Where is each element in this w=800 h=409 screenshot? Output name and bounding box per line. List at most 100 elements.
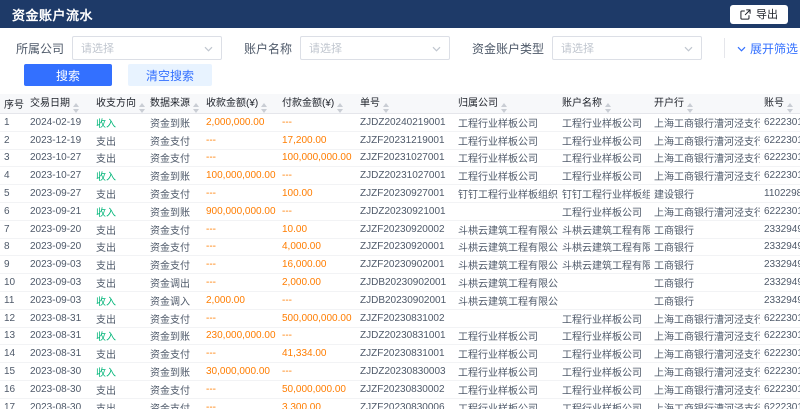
- filter-company: 所属公司 请选择: [16, 36, 222, 60]
- cell-bank: 上海工商银行漕河泾支行: [650, 363, 760, 381]
- column-header-pay[interactable]: 付款金额(¥): [278, 94, 356, 114]
- table-row: 12024-02-19收入资金到账2,000,000.00---ZJDZ2024…: [0, 114, 800, 132]
- clear-search-button[interactable]: 清空搜索: [128, 64, 212, 86]
- cell-pay: ---: [278, 202, 356, 220]
- cell-bank: 上海工商银行漕河泾支行: [650, 309, 760, 327]
- cell-direction: 支出: [92, 345, 146, 363]
- flow-table-body: 12024-02-19收入资金到账2,000,000.00---ZJDZ2024…: [0, 114, 800, 409]
- sort-icon[interactable]: [383, 103, 389, 113]
- cell-pay: 500,000,000.00: [278, 309, 356, 327]
- column-header-account_name[interactable]: 账户名称: [558, 94, 650, 114]
- column-header-order[interactable]: 单号: [356, 94, 454, 114]
- cell-account_name: [558, 274, 650, 292]
- cell-no: 6: [0, 202, 26, 220]
- cell-date: 2023-09-03: [26, 274, 92, 292]
- cell-pay: 100,000,000.00: [278, 149, 356, 167]
- column-header-receive[interactable]: 收款金额(¥): [202, 94, 278, 114]
- cell-company: 工程行业样板公司: [454, 167, 558, 185]
- cell-receive: ---: [202, 185, 278, 203]
- column-header-bank[interactable]: 开户行: [650, 94, 760, 114]
- cell-direction: 支出: [92, 220, 146, 238]
- sort-icon[interactable]: [787, 103, 793, 113]
- column-header-no: 序号: [0, 94, 26, 114]
- cell-order: ZJDZ20231027001: [356, 167, 454, 185]
- column-label: 交易日期: [30, 98, 70, 109]
- column-label: 序号: [4, 100, 24, 111]
- cell-direction: 收入: [92, 114, 146, 132]
- company-select[interactable]: 请选择: [72, 36, 222, 60]
- account-name-select[interactable]: 请选择: [300, 36, 450, 60]
- chevron-down-icon: [204, 39, 213, 57]
- cell-bank: 上海工商银行漕河泾支行: [650, 114, 760, 132]
- sort-icon[interactable]: [501, 103, 507, 113]
- cell-source: 资金调出: [146, 274, 202, 292]
- sort-icon[interactable]: [261, 103, 267, 113]
- filter-account-name-label: 账户名称: [244, 40, 292, 57]
- cell-receive: 900,000,000.00: [202, 202, 278, 220]
- cell-account_name: 工程行业样板公司: [558, 345, 650, 363]
- cell-no: 9: [0, 256, 26, 274]
- cell-pay: ---: [278, 167, 356, 185]
- cell-no: 1: [0, 114, 26, 132]
- cell-source: 资金支付: [146, 131, 202, 149]
- cell-company: 工程行业样板公司: [454, 327, 558, 345]
- cell-company: 斗栱云建筑工程有限公司: [454, 220, 558, 238]
- cell-receive: ---: [202, 149, 278, 167]
- chevron-down-icon: [737, 41, 746, 55]
- cell-receive: ---: [202, 398, 278, 409]
- column-label: 收款金额(¥): [206, 98, 258, 109]
- sort-icon[interactable]: [139, 103, 145, 113]
- cell-bank: 上海工商银行漕河泾支行: [650, 345, 760, 363]
- column-header-source[interactable]: 数据来源: [146, 94, 202, 114]
- sort-icon[interactable]: [73, 103, 79, 113]
- cell-receive: ---: [202, 256, 278, 274]
- sort-icon[interactable]: [605, 103, 611, 113]
- cell-bank: 工商银行: [650, 291, 760, 309]
- cell-order: ZJZF20230920001: [356, 238, 454, 256]
- column-header-date[interactable]: 交易日期: [26, 94, 92, 114]
- cell-account_no: 62223011: [760, 345, 800, 363]
- cell-pay: 17,200.00: [278, 131, 356, 149]
- cell-bank: 上海工商银行漕河泾支行: [650, 398, 760, 409]
- sort-icon[interactable]: [193, 103, 199, 113]
- cell-account_no: 62223011: [760, 167, 800, 185]
- sort-icon[interactable]: [687, 103, 693, 113]
- expand-filters-link[interactable]: 展开筛选: [724, 38, 798, 58]
- cell-date: 2023-08-30: [26, 380, 92, 398]
- cell-order: ZJZF20231027001: [356, 149, 454, 167]
- column-label: 账户名称: [562, 98, 602, 109]
- cell-bank: 工商银行: [650, 220, 760, 238]
- sort-icon[interactable]: [337, 103, 343, 113]
- cell-company: 工程行业样板公司: [454, 149, 558, 167]
- cell-receive: ---: [202, 380, 278, 398]
- cell-source: 资金支付: [146, 256, 202, 274]
- cell-order: ZJDB20230902001: [356, 274, 454, 292]
- search-button[interactable]: 搜索: [24, 64, 112, 86]
- account-type-select[interactable]: 请选择: [552, 36, 702, 60]
- table-row: 82023-09-20支出资金支付---4,000.00ZJZF20230920…: [0, 238, 800, 256]
- cell-account_no: 62223011: [760, 114, 800, 132]
- column-header-direction[interactable]: 收支方向: [92, 94, 146, 114]
- cell-pay: 100.00: [278, 185, 356, 203]
- cell-company: 工程行业样板公司: [454, 114, 558, 132]
- cell-bank: 上海工商银行漕河泾支行: [650, 380, 760, 398]
- export-icon: [740, 9, 751, 20]
- cell-source: 资金支付: [146, 309, 202, 327]
- cell-direction: 收入: [92, 167, 146, 185]
- cell-source: 资金调入: [146, 291, 202, 309]
- export-button[interactable]: 导出: [730, 5, 788, 24]
- cell-company: [454, 202, 558, 220]
- column-header-account_no[interactable]: 账号: [760, 94, 800, 114]
- column-label: 收支方向: [96, 98, 136, 109]
- cell-bank: 工商银行: [650, 274, 760, 292]
- cell-company: 斗栱云建筑工程有限公司: [454, 274, 558, 292]
- cell-source: 资金支付: [146, 220, 202, 238]
- column-header-company[interactable]: 归属公司: [454, 94, 558, 114]
- cell-direction: 支出: [92, 309, 146, 327]
- column-label: 账号: [764, 98, 784, 109]
- cell-bank: 工商银行: [650, 256, 760, 274]
- cell-pay: 41,334.00: [278, 345, 356, 363]
- table-row: 112023-09-03收入资金调入2,000.00---ZJDB2023090…: [0, 291, 800, 309]
- cell-account_no: 11022982: [760, 185, 800, 203]
- cell-no: 10: [0, 274, 26, 292]
